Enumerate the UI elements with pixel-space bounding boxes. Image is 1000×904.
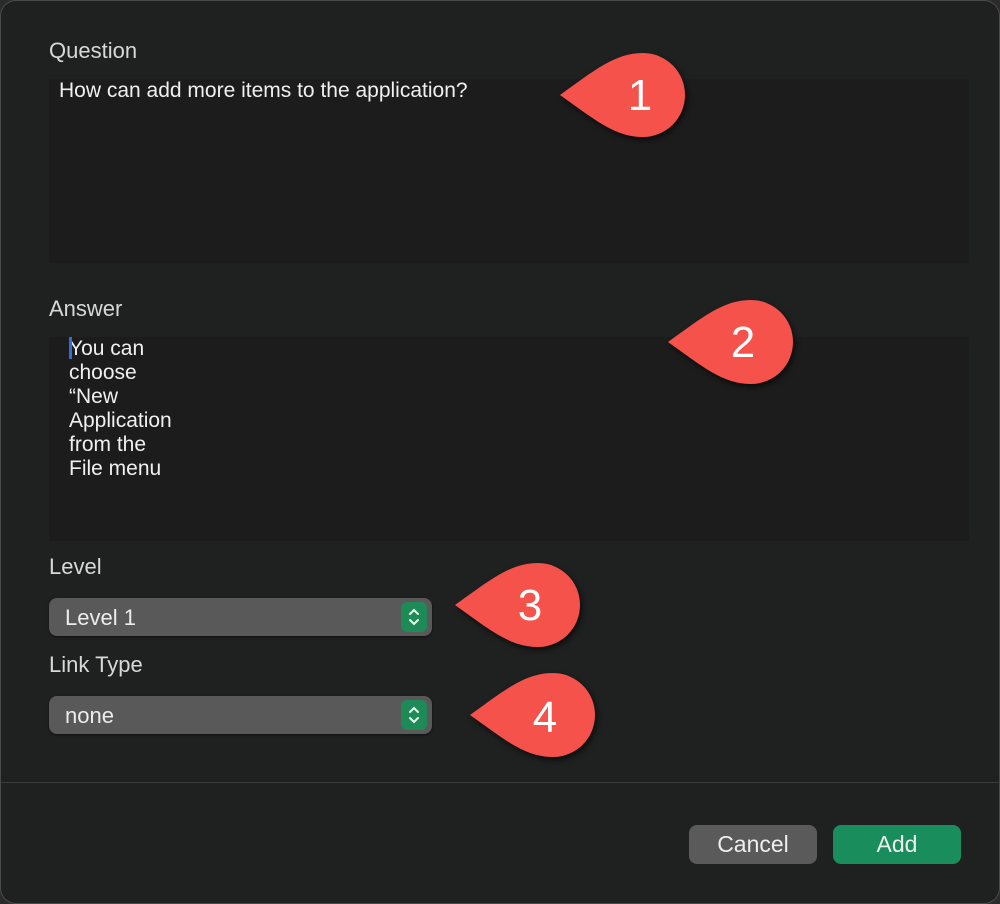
answer-textarea[interactable]: You can choose “New Application from the… xyxy=(49,337,969,541)
callout-marker-2: 2 xyxy=(668,300,793,384)
add-button[interactable]: Add xyxy=(833,825,961,864)
callout-number: 3 xyxy=(518,581,542,630)
footer-divider xyxy=(1,782,999,783)
callout-number: 1 xyxy=(628,71,652,120)
text-cursor xyxy=(69,337,72,359)
question-text: How can add more items to the applicatio… xyxy=(59,79,468,102)
chevron-up-down-icon xyxy=(401,700,427,730)
callout-number: 4 xyxy=(533,693,557,742)
level-select[interactable]: Level 1 xyxy=(49,598,432,636)
cancel-button[interactable]: Cancel xyxy=(689,825,817,864)
answer-label: Answer xyxy=(49,296,123,321)
callout-number: 2 xyxy=(731,318,755,367)
level-value: Level 1 xyxy=(65,605,136,630)
callout-marker-4: 4 xyxy=(470,673,595,757)
answer-text: You can choose “New Application from the… xyxy=(69,337,172,480)
link-type-select[interactable]: none xyxy=(49,696,432,734)
callout-marker-3: 3 xyxy=(455,563,580,647)
link-type-label: Link Type xyxy=(49,652,143,677)
level-label: Level xyxy=(49,554,102,579)
link-type-value: none xyxy=(65,703,114,728)
question-textarea[interactable]: How can add more items to the applicatio… xyxy=(49,79,969,263)
question-label: Question xyxy=(49,38,138,63)
chevron-up-down-icon xyxy=(401,602,427,632)
add-item-dialog: Question How can add more items to the a… xyxy=(0,0,1000,904)
callout-marker-1: 1 xyxy=(560,53,685,137)
